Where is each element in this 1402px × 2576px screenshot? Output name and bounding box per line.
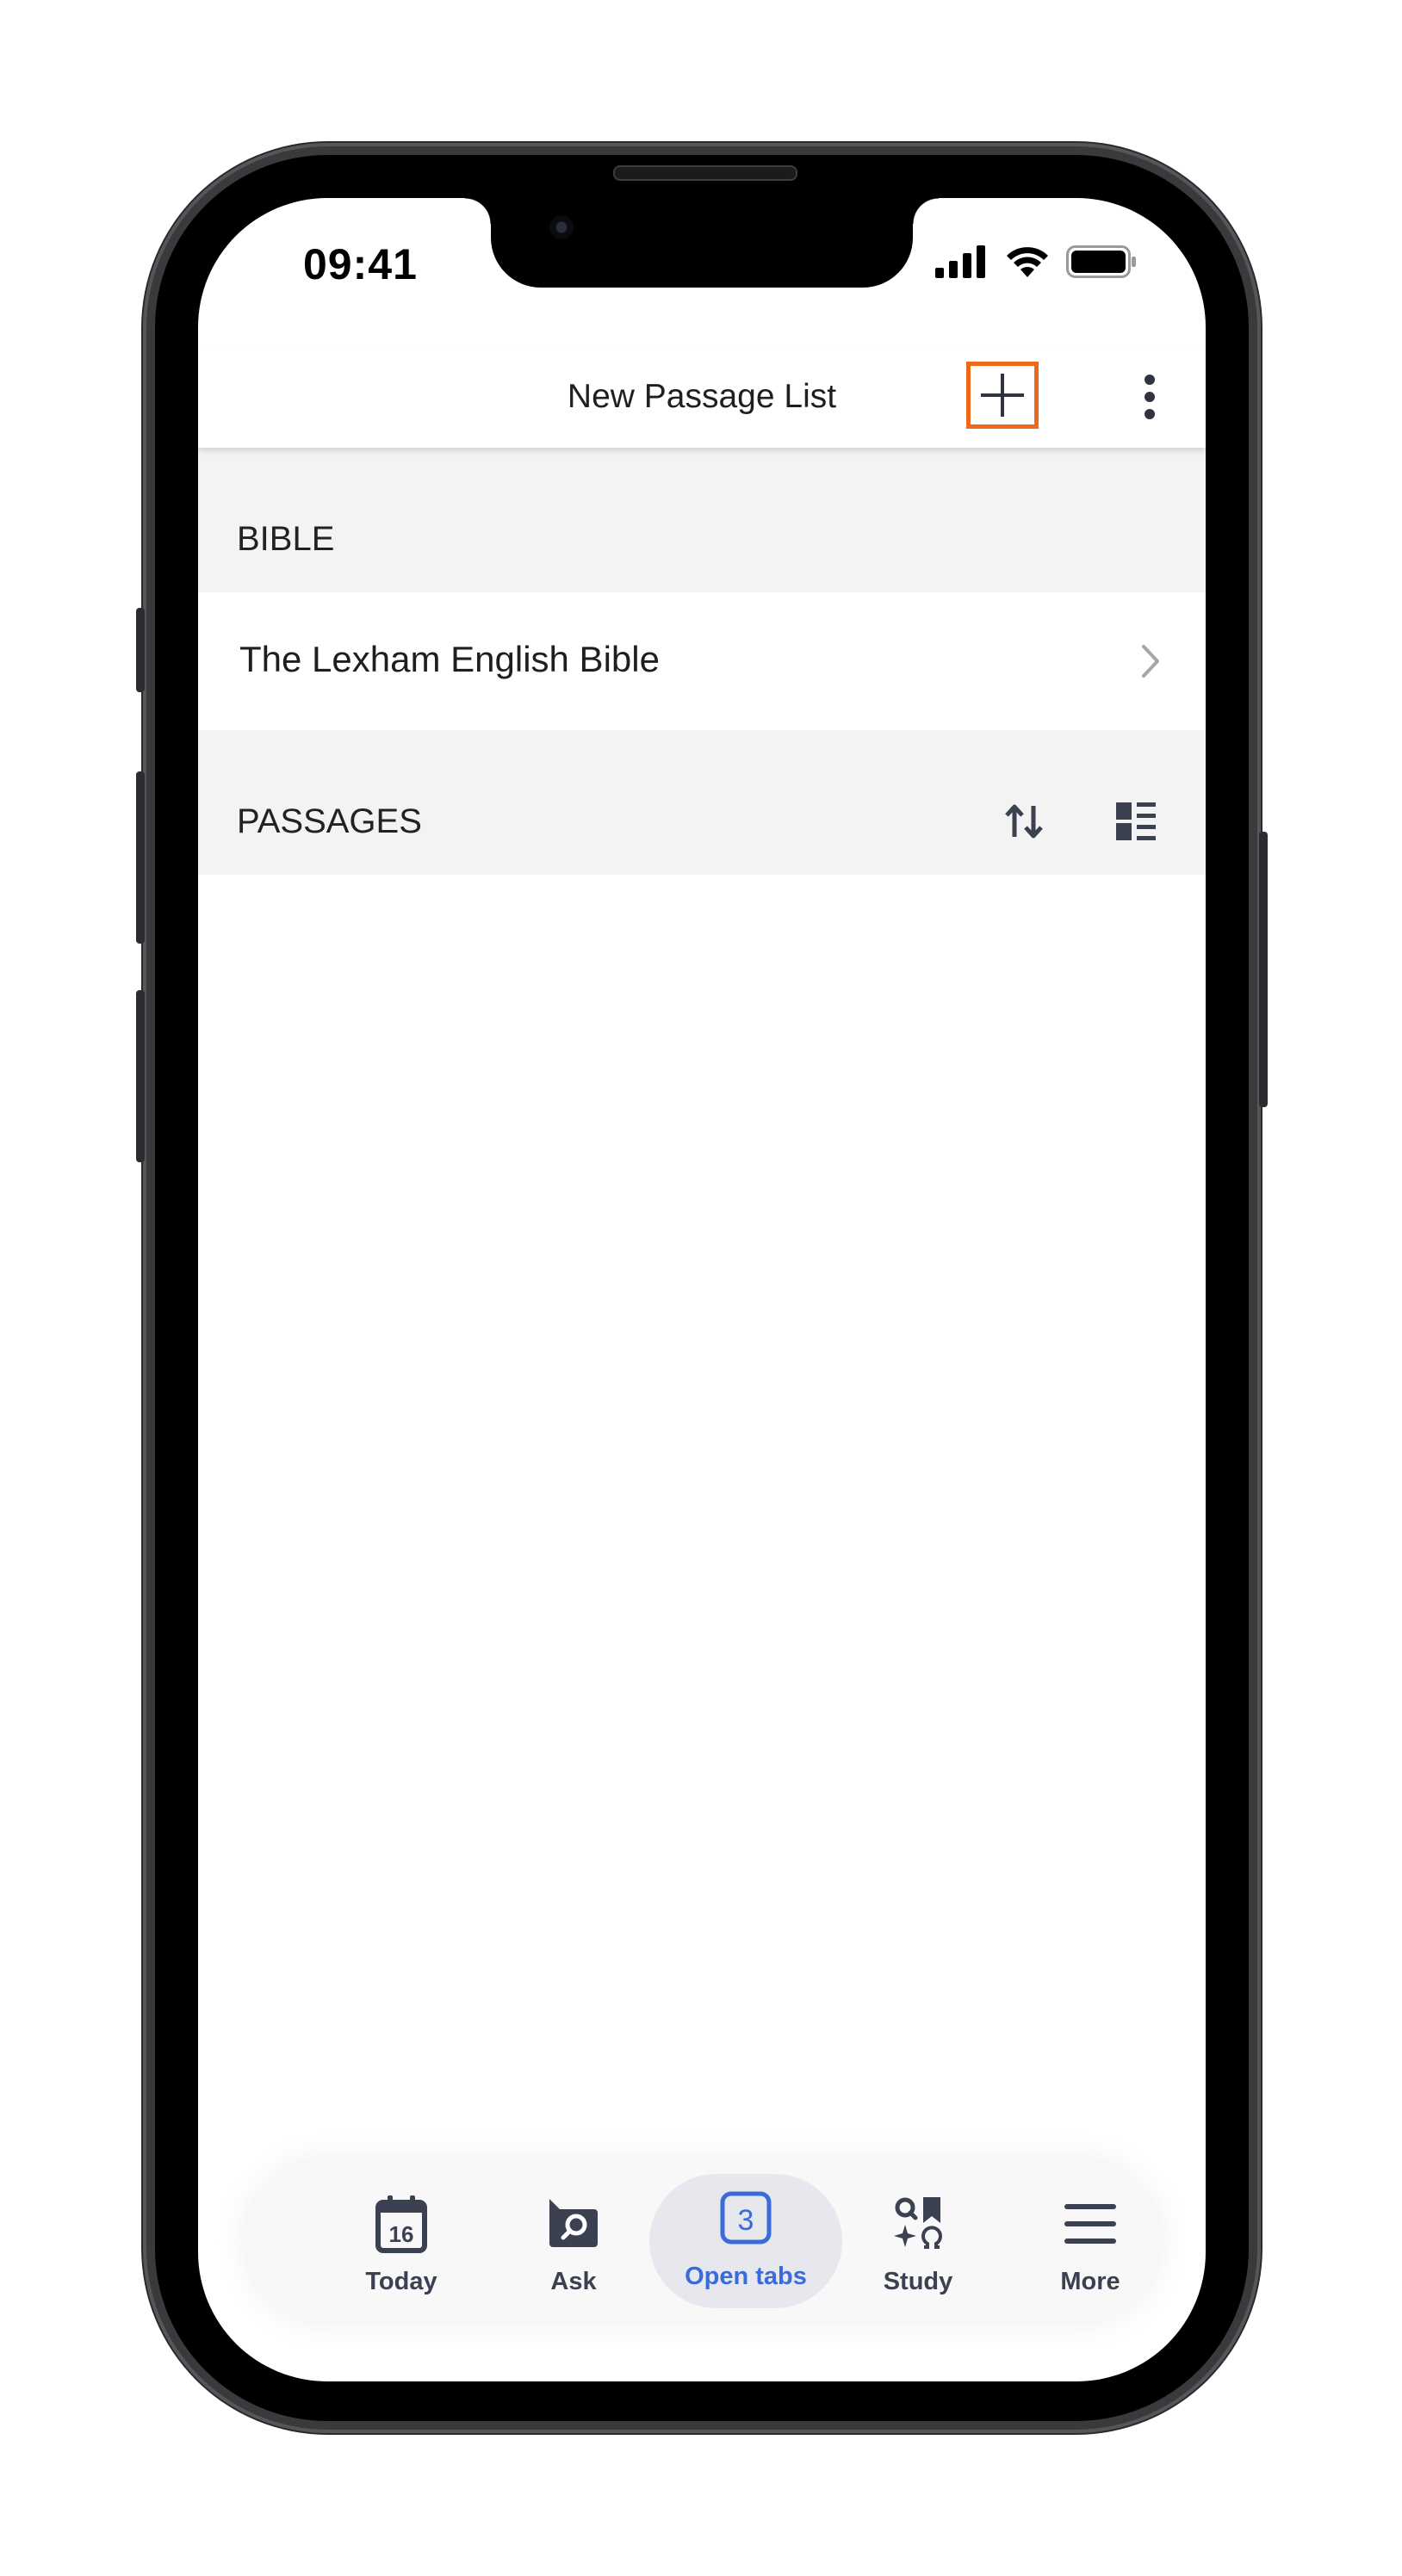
front-camera <box>549 215 574 239</box>
list-view-icon[interactable] <box>1116 802 1156 840</box>
earpiece-speaker <box>613 165 797 181</box>
tabs-count-icon: 3 <box>720 2191 772 2245</box>
battery-icon <box>1066 245 1137 282</box>
screen: 09:41 New Passage List BIBLE The Lexham … <box>198 198 1206 2381</box>
tab-ask-label: Ask <box>550 2268 597 2295</box>
passages-section-label: PASSAGES <box>237 802 422 840</box>
volume-up-button <box>136 771 145 944</box>
passage-list <box>198 875 1206 2132</box>
vertical-ellipsis-icon <box>1145 375 1155 419</box>
bible-section-label: BIBLE <box>237 520 335 558</box>
mute-switch <box>136 608 145 692</box>
hamburger-menu-icon <box>1064 2204 1116 2244</box>
notch <box>465 198 939 288</box>
bottom-tab-bar: 16 Today Ask 3 Open tabs Study More <box>246 2161 1159 2321</box>
status-time: 09:41 <box>303 240 418 288</box>
power-button <box>1259 832 1268 1107</box>
cellular-signal-icon <box>935 245 989 282</box>
navigation-bar: New Passage List <box>198 346 1206 448</box>
plus-icon <box>981 374 1024 417</box>
calendar-icon: 16 <box>375 2195 427 2253</box>
ask-search-bubble-icon <box>549 2199 598 2247</box>
bible-name: The Lexham English Bible <box>239 639 660 679</box>
tab-more[interactable]: More <box>1004 2161 1176 2321</box>
tab-open-tabs-label: Open tabs <box>685 2263 807 2290</box>
tab-study[interactable]: Study <box>832 2161 1004 2321</box>
sort-icon[interactable] <box>1004 802 1044 840</box>
tab-open-tabs[interactable]: 3 Open tabs <box>649 2161 842 2321</box>
tab-today[interactable]: 16 Today <box>315 2161 487 2321</box>
page-title: New Passage List <box>567 378 837 415</box>
open-tabs-count: 3 <box>738 2204 754 2237</box>
tab-today-label: Today <box>365 2268 437 2295</box>
calendar-day: 16 <box>389 2221 414 2247</box>
more-options-button[interactable] <box>1128 367 1171 427</box>
bible-selector-row[interactable]: The Lexham English Bible <box>198 592 1206 730</box>
add-passage-button[interactable] <box>966 362 1039 429</box>
volume-down-button <box>136 990 145 1162</box>
bible-section-header: BIBLE <box>198 448 1206 592</box>
wifi-icon <box>1004 245 1051 283</box>
tab-ask[interactable]: Ask <box>487 2161 660 2321</box>
chevron-right-icon <box>1142 645 1159 678</box>
status-icons <box>935 245 1137 283</box>
tab-more-label: More <box>1060 2268 1120 2295</box>
study-icon <box>894 2197 942 2249</box>
tab-study-label: Study <box>883 2268 953 2295</box>
passages-section-header: PASSAGES <box>198 730 1206 875</box>
